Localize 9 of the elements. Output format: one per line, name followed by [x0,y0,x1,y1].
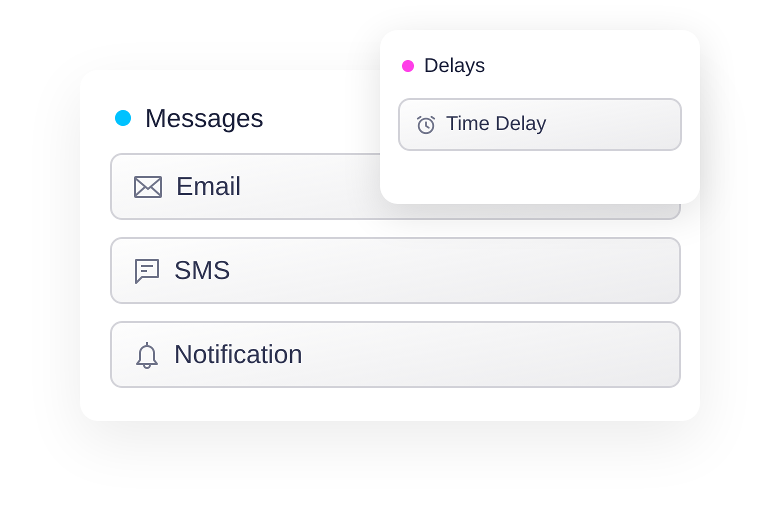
sms-button[interactable]: SMS [110,237,681,304]
section-title: Delays [424,54,486,78]
section-title: Messages [145,102,264,134]
bell-icon [134,340,160,370]
notification-button[interactable]: Notification [110,321,681,388]
chat-icon [134,258,160,284]
alarm-clock-icon [416,114,436,134]
time-delay-button[interactable]: Time Delay [398,98,682,151]
envelope-icon [134,176,162,198]
